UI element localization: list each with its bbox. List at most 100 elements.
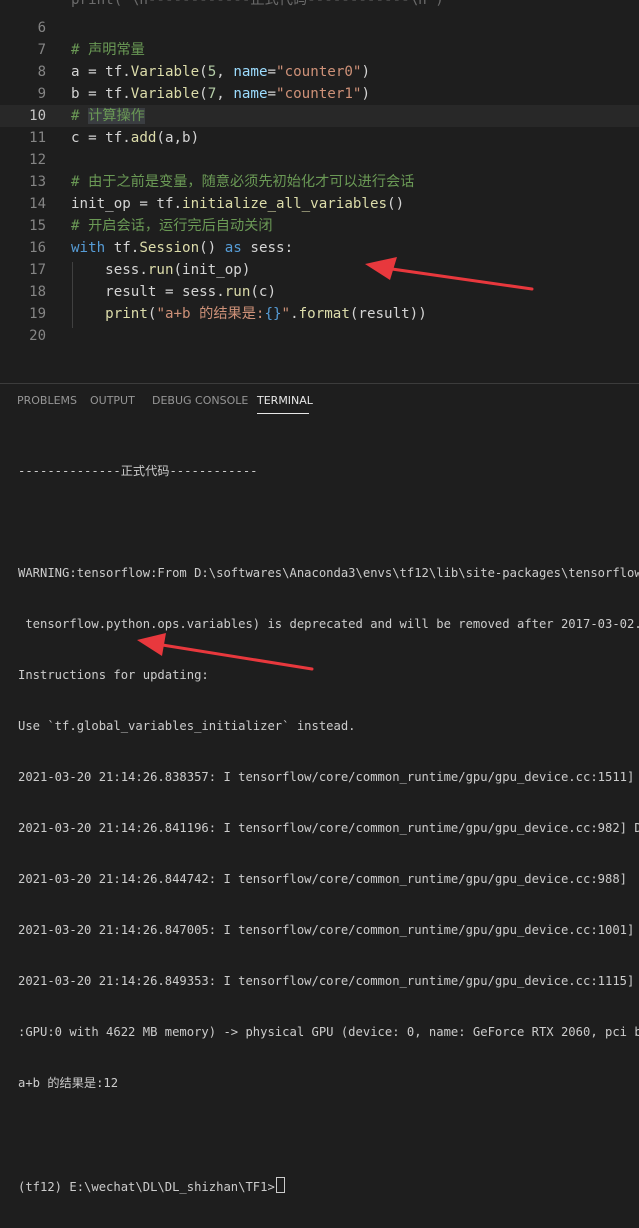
- tab-debug-console[interactable]: DEBUG CONSOLE: [152, 394, 248, 407]
- code-line[interactable]: 18 result = sess.run(c): [0, 281, 639, 303]
- code-line[interactable]: 12: [0, 149, 639, 171]
- code-token: as: [224, 240, 242, 256]
- code-token: name: [233, 86, 268, 102]
- prompt-text: (tf12) E:\wechat\DL\DL_shizhan\TF1>: [18, 1180, 275, 1194]
- line-number: 6: [37, 20, 46, 36]
- code-token: (a,b): [156, 130, 200, 146]
- code-line[interactable]: 14 init_op = tf.initialize_all_variables(…: [0, 193, 639, 215]
- code-token: ): [361, 86, 371, 102]
- code-line[interactable]: 7 # 声明常量: [0, 39, 639, 61]
- code-token: c = tf.: [71, 130, 131, 146]
- terminal-output[interactable]: --------------正式代码------------ WARNING:t…: [18, 429, 639, 1228]
- active-tab-indicator: [257, 413, 309, 414]
- code-token: (: [199, 64, 208, 80]
- code-token: (): [387, 196, 405, 212]
- code-text: with tf.Session() as sess:: [71, 237, 293, 259]
- code-line[interactable]: 15 # 开启会话，运行完后自动关闭: [0, 215, 639, 237]
- code-token: 5: [207, 64, 217, 80]
- code-token: ,: [216, 86, 234, 102]
- terminal-line: 2021-03-20 21:14:26.844742: I tensorflow…: [18, 872, 628, 886]
- code-token: "counter1": [276, 86, 362, 102]
- line-number: 14: [29, 196, 46, 212]
- code-text: # 声明常量: [71, 39, 145, 61]
- code-line[interactable]: 8 a = tf.Variable(5, name="counter0"): [0, 61, 639, 83]
- terminal-line: 2021-03-20 21:14:26.841196: I tensorflow…: [18, 821, 639, 835]
- code-text: # 开启会话，运行完后自动关闭: [71, 215, 273, 237]
- code-token: #: [71, 108, 89, 124]
- tab-output[interactable]: OUTPUT: [90, 394, 135, 407]
- result-line: a+b 的结果是:12: [18, 1076, 119, 1090]
- code-token: result = sess.: [71, 284, 225, 300]
- code-token: Variable: [130, 64, 200, 80]
- code-token: # 由于之前是变量，随意必须先初始化才可以进行会话: [71, 174, 415, 190]
- code-token: ): [361, 64, 371, 80]
- code-token: (): [199, 240, 225, 256]
- code-line[interactable]: 13 # 由于之前是变量，随意必须先初始化才可以进行会话: [0, 171, 639, 193]
- code-token: "counter0": [276, 64, 362, 80]
- line-number: 19: [29, 306, 46, 322]
- line-number: 11: [29, 130, 46, 146]
- tab-terminal[interactable]: TERMINAL: [257, 394, 313, 407]
- code-token: tf.: [105, 240, 140, 256]
- code-line[interactable]: 20: [0, 325, 639, 347]
- line-number: 20: [29, 328, 46, 344]
- code-token: (c): [250, 284, 276, 300]
- terminal-cursor: [275, 1177, 285, 1193]
- partial-code-line: print("\n------------正式代码------------\n"…: [0, 0, 639, 11]
- terminal-line: 2021-03-20 21:14:26.847005: I tensorflow…: [18, 923, 639, 937]
- terminal-line: :GPU:0 with 4622 MB memory) -> physical …: [18, 1025, 639, 1039]
- code-text: sess.run(init_op): [71, 259, 250, 281]
- code-token: (init_op): [173, 262, 251, 278]
- code-token: # 开启会话，运行完后自动关闭: [71, 218, 273, 234]
- code-line[interactable]: 6: [0, 17, 639, 39]
- line-number: 12: [29, 152, 46, 168]
- code-line[interactable]: 16 with tf.Session() as sess:: [0, 237, 639, 259]
- code-line[interactable]: 9 b = tf.Variable(7, name="counter1"): [0, 83, 639, 105]
- code-editor[interactable]: print("\n------------正式代码------------\n"…: [0, 0, 639, 383]
- terminal-line: 2021-03-20 21:14:26.849353: I tensorflow…: [18, 974, 639, 988]
- code-token: .: [290, 306, 299, 322]
- terminal-line: tensorflow.python.ops.variables) is depr…: [18, 617, 639, 631]
- code-token: init_op = tf.: [71, 196, 183, 212]
- code-line[interactable]: 10 # 计算操作: [0, 105, 639, 127]
- prompt-line[interactable]: (tf12) E:\wechat\DL\DL_shizhan\TF1>: [18, 1177, 639, 1194]
- code-token: ,: [216, 64, 234, 80]
- code-text: # 计算操作: [71, 105, 145, 127]
- terminal-line: 2021-03-20 21:14:26.838357: I tensorflow…: [18, 770, 639, 784]
- code-token: run: [224, 284, 251, 300]
- line-number: 17: [29, 262, 46, 278]
- code-text: c = tf.add(a,b): [71, 127, 199, 149]
- code-line[interactable]: 17 sess.run(init_op): [0, 259, 639, 281]
- line-number: 7: [37, 42, 46, 58]
- code-token: print: [105, 306, 148, 322]
- code-token: (result)): [349, 306, 427, 322]
- code-line[interactable]: 19 print("a+b 的结果是:{}".format(result)): [0, 303, 639, 325]
- code-token: with: [71, 240, 106, 256]
- line-number: 15: [29, 218, 46, 234]
- code-token: sess:: [241, 240, 294, 256]
- code-token: {}: [264, 306, 282, 322]
- code-token: "a+b 的结果是:: [156, 306, 265, 322]
- code-text: a = tf.Variable(5, name="counter0"): [71, 61, 370, 83]
- terminal-line: WARNING:tensorflow:From D:\softwares\Ana…: [18, 566, 639, 580]
- code-token: format: [298, 306, 350, 322]
- code-token: a = tf.: [71, 64, 131, 80]
- code-token: name: [233, 64, 268, 80]
- terminal-line: Instructions for updating:: [18, 668, 209, 682]
- line-number: 13: [29, 174, 46, 190]
- line-number: 9: [37, 86, 46, 102]
- code-line[interactable]: 11 c = tf.add(a,b): [0, 127, 639, 149]
- code-token: run: [147, 262, 174, 278]
- code-token: # 声明常量: [71, 42, 145, 58]
- code-token: sess.: [71, 262, 148, 278]
- terminal-line: --------------正式代码------------: [18, 464, 258, 478]
- code-text: b = tf.Variable(7, name="counter1"): [71, 83, 370, 105]
- tab-problems[interactable]: PROBLEMS: [17, 394, 77, 407]
- line-number: 16: [29, 240, 46, 256]
- terminal-line: Use `tf.global_variables_initializer` in…: [18, 719, 356, 733]
- bottom-panel: PROBLEMS OUTPUT DEBUG CONSOLE TERMINAL -…: [0, 384, 639, 1194]
- code-token: add: [130, 130, 157, 146]
- code-token: ": [281, 306, 291, 322]
